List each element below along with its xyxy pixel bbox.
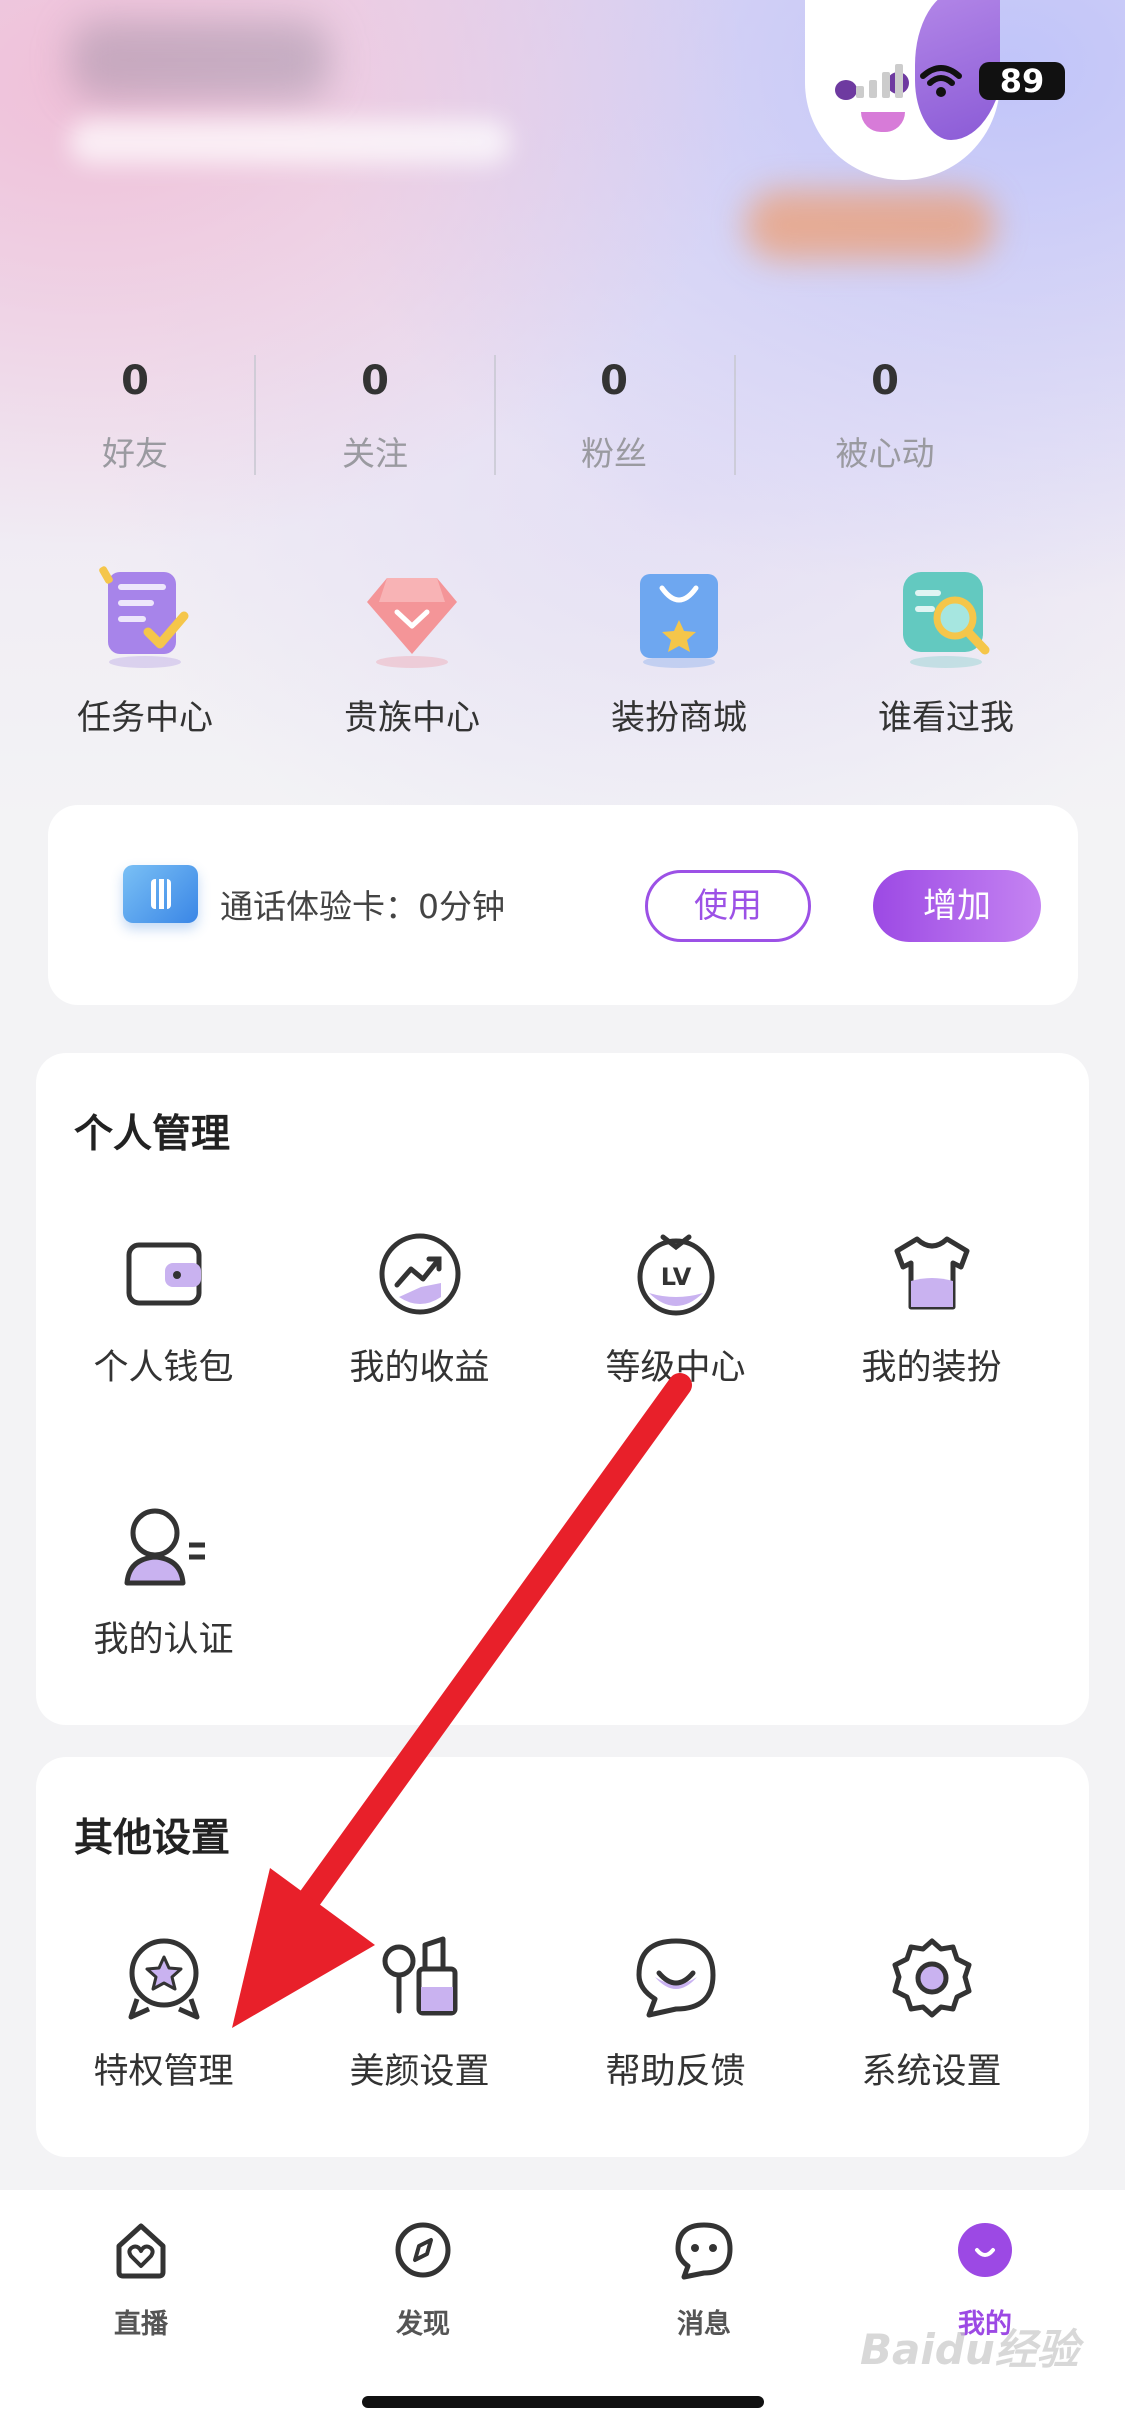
- tab-discover[interactable]: 发现: [323, 2220, 523, 2341]
- use-button[interactable]: 使用: [645, 870, 811, 942]
- stat-value: 0: [871, 358, 899, 404]
- blurred-username: [70, 20, 330, 100]
- call-trial-card: 通话体验卡：0分钟 使用 增加: [48, 805, 1078, 1005]
- signal-icon: [856, 64, 903, 98]
- item-help-feedback[interactable]: 帮助反馈: [548, 1935, 803, 2094]
- section-title: 个人管理: [74, 1112, 231, 1157]
- item-label: 我的认证: [93, 1620, 234, 1660]
- wifi-icon: [920, 65, 962, 97]
- item-beauty-settings[interactable]: 美颜设置: [292, 1935, 547, 2094]
- item-label: 我的收益: [349, 1348, 490, 1388]
- quick-menu: 任务中心 贵族中心 装扮商城 谁看过我: [0, 560, 1125, 760]
- level-icon: LV: [637, 1234, 714, 1316]
- battery-level: 89: [979, 62, 1065, 100]
- blurred-badge: [745, 190, 995, 260]
- stat-friends[interactable]: 0 好友: [15, 355, 255, 475]
- item-label: 系统设置: [861, 2052, 1002, 2092]
- stat-fans[interactable]: 0 粉丝: [494, 355, 734, 475]
- makeup-icon: [382, 1936, 457, 2016]
- stat-value: 0: [361, 358, 389, 404]
- quick-label: 任务中心: [77, 698, 213, 738]
- item-level-center[interactable]: LV 等级中心: [548, 1231, 803, 1390]
- compass-icon: [395, 2222, 451, 2278]
- tab-label: 直播: [114, 2309, 168, 2340]
- badge-icon: [128, 1938, 199, 2020]
- quick-dressup-store[interactable]: 装扮商城: [559, 560, 799, 739]
- wallet-icon: [126, 1242, 201, 1306]
- stat-label: 被心动: [835, 434, 935, 473]
- shopping-bag-icon: [640, 574, 718, 668]
- quick-label: 贵族中心: [344, 698, 480, 738]
- stat-following[interactable]: 0 关注: [255, 355, 495, 475]
- tab-label: 消息: [677, 2309, 731, 2340]
- tab-label: 发现: [396, 2309, 450, 2340]
- verify-user-icon: [124, 1508, 205, 1586]
- task-icon: [99, 566, 189, 668]
- earnings-icon: [379, 1233, 460, 1315]
- gear-icon: [892, 1938, 971, 2018]
- status-bar: 89: [856, 62, 1065, 100]
- house-heart-icon: [116, 2223, 166, 2279]
- feedback-icon: [636, 1938, 715, 2018]
- divider: [734, 355, 736, 475]
- stat-label: 关注: [342, 434, 408, 473]
- item-my-dressup[interactable]: 我的装扮: [804, 1231, 1059, 1390]
- item-label: 我的装扮: [861, 1348, 1002, 1388]
- stat-label: 好友: [102, 434, 168, 473]
- quick-label: 装扮商城: [611, 698, 747, 738]
- other-settings-card: 其他设置 特权管理 美颜设置 帮助反馈 系统设置: [36, 1757, 1089, 2157]
- item-privilege-management[interactable]: 特权管理: [36, 1935, 291, 2094]
- stat-liked-by[interactable]: 0 被心动: [765, 355, 1005, 475]
- magnifier-icon: [903, 572, 990, 668]
- stat-value: 0: [600, 358, 628, 404]
- sim-card-icon: [123, 865, 198, 923]
- tab-messages[interactable]: 消息: [604, 2220, 804, 2341]
- item-system-settings[interactable]: 系统设置: [804, 1935, 1059, 2094]
- item-wallet[interactable]: 个人钱包: [36, 1231, 291, 1390]
- call-trial-text: 通话体验卡：0分钟: [220, 887, 505, 926]
- personal-management-card: 个人管理 个人钱包 我的收益 LV 等级中心 我的装扮 我的认证: [36, 1053, 1089, 1725]
- item-label: 帮助反馈: [605, 2052, 746, 2092]
- tshirt-icon: [894, 1236, 969, 1310]
- item-label: 等级中心: [605, 1348, 746, 1388]
- tab-live[interactable]: 直播: [41, 2220, 241, 2341]
- item-label: 特权管理: [93, 2052, 234, 2092]
- section-title: 其他设置: [74, 1816, 231, 1861]
- quick-task-center[interactable]: 任务中心: [25, 560, 265, 739]
- item-label: 美颜设置: [349, 2052, 490, 2092]
- watermark: Baidu经验: [860, 2325, 1079, 2374]
- stat-label: 粉丝: [581, 434, 647, 473]
- item-label: 个人钱包: [93, 1348, 234, 1388]
- chat-icon: [675, 2222, 733, 2280]
- stat-value: 0: [121, 358, 149, 404]
- diamond-icon: [367, 578, 457, 668]
- quick-noble-center[interactable]: 贵族中心: [292, 560, 532, 739]
- blurred-user-id: [70, 120, 510, 164]
- item-earnings[interactable]: 我的收益: [292, 1231, 547, 1390]
- quick-who-viewed-me[interactable]: 谁看过我: [826, 560, 1066, 739]
- profile-stats: 0 好友 0 关注 0 粉丝 0 被心动: [0, 355, 1125, 485]
- add-button[interactable]: 增加: [873, 870, 1041, 942]
- home-indicator: [362, 2396, 764, 2408]
- item-verification[interactable]: 我的认证: [36, 1503, 291, 1662]
- quick-label: 谁看过我: [878, 698, 1014, 738]
- svg-text:LV: LV: [660, 1263, 691, 1291]
- profile-icon: [958, 2223, 1012, 2277]
